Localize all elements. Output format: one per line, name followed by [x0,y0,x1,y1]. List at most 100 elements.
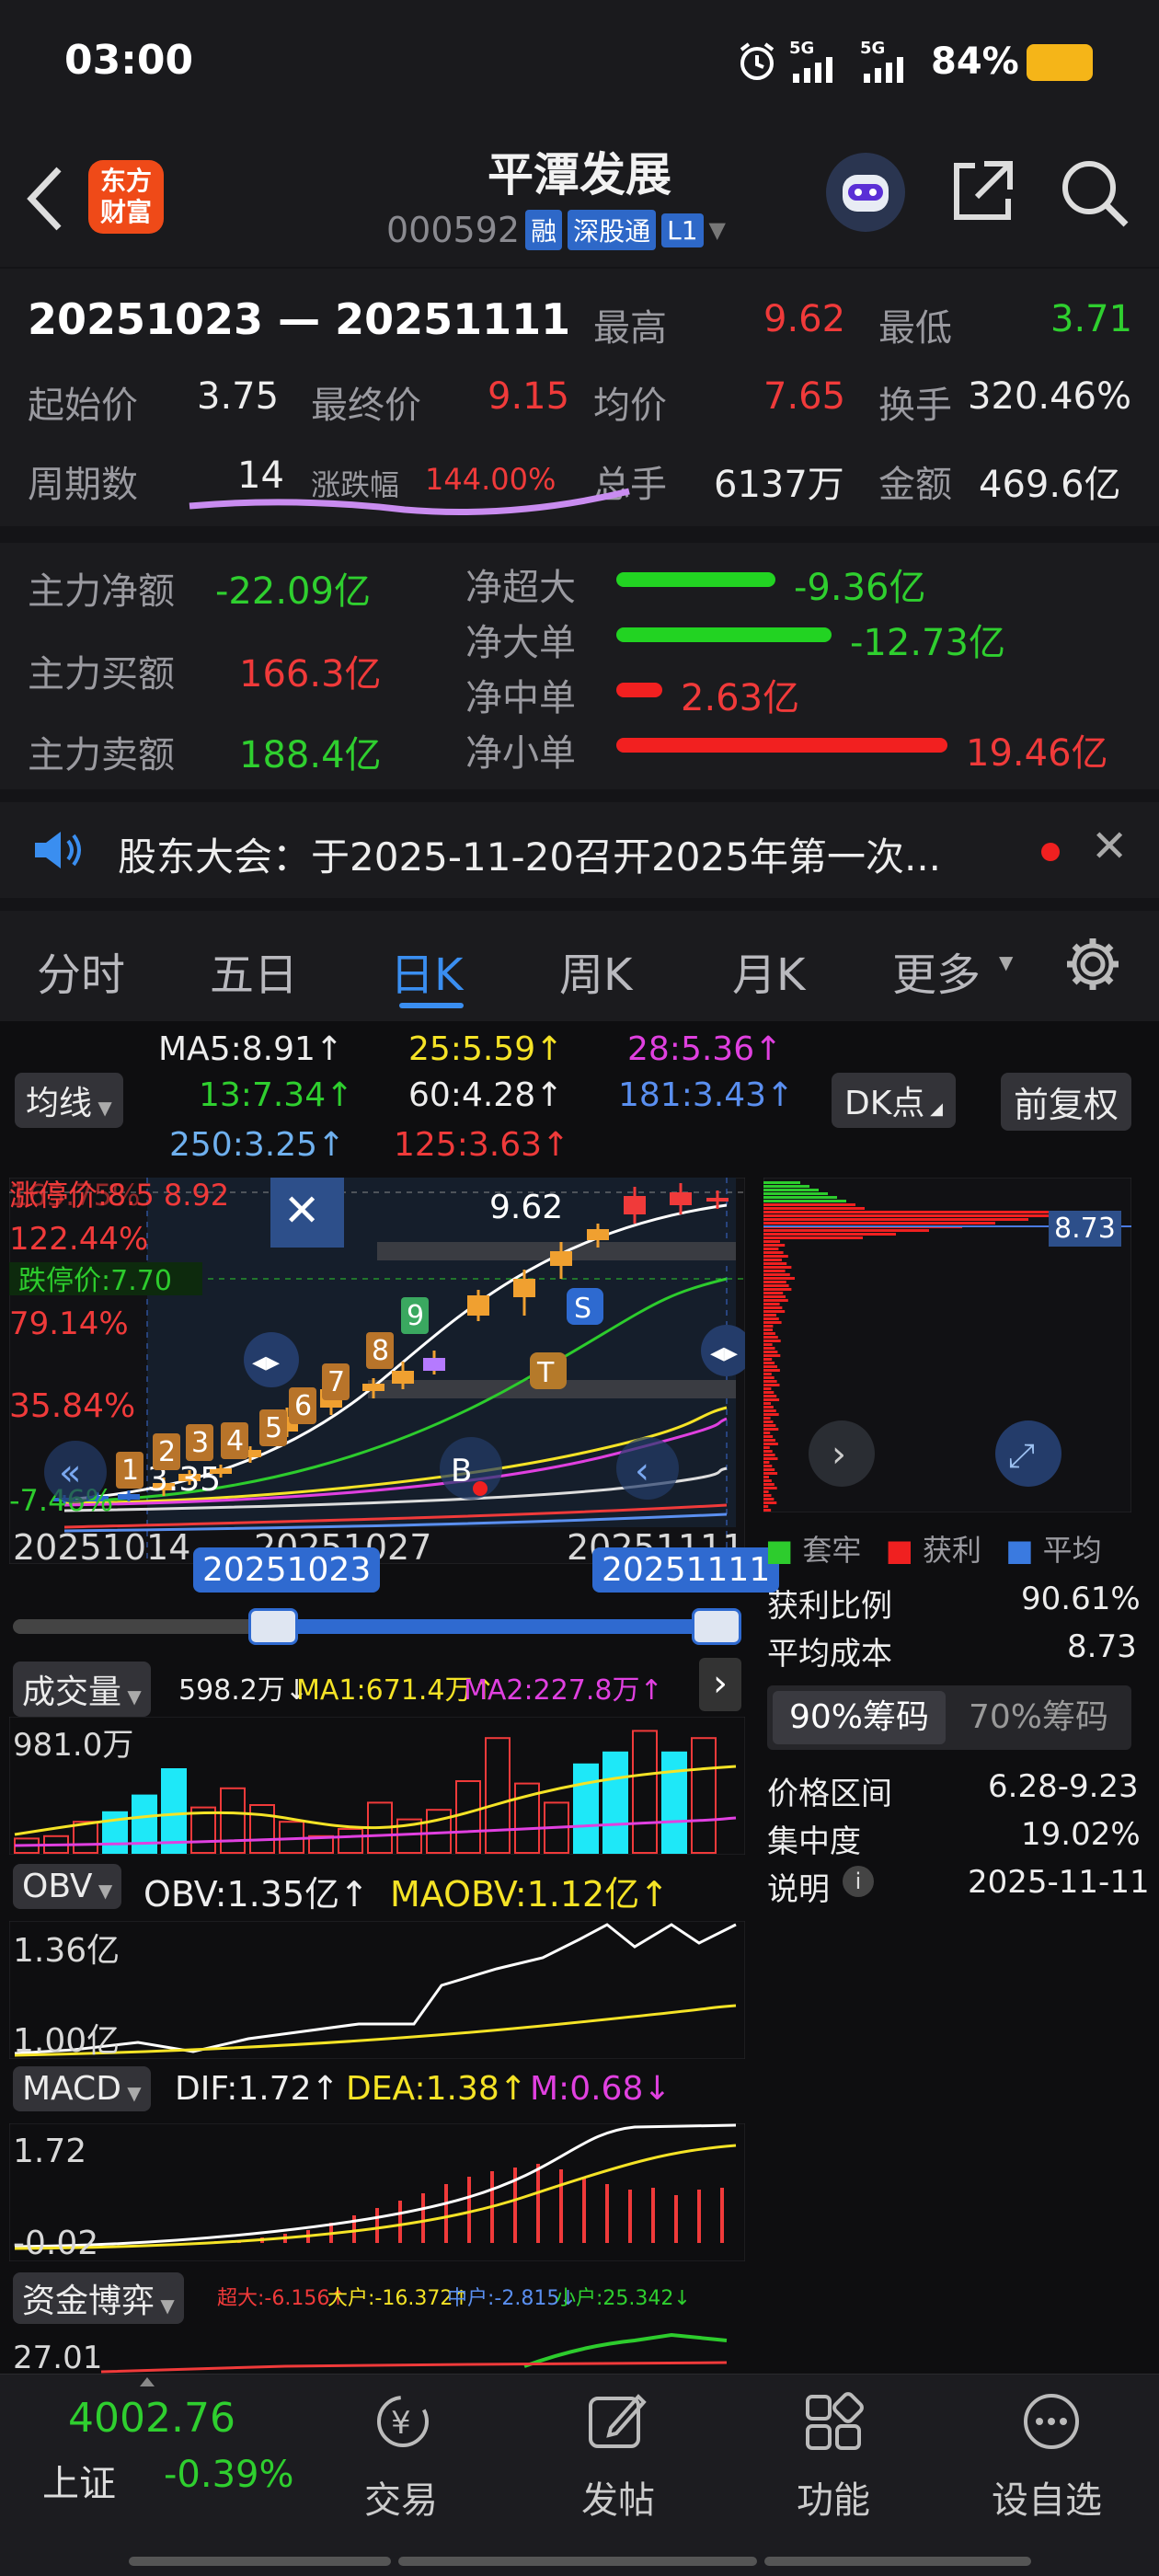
chip-bar [763,1387,772,1390]
volume-ma2: MA2:227.8万↑ [464,1674,663,1707]
nav-post-label[interactable]: 发帖 [581,2470,655,2524]
adjust-button[interactable]: 前复权 [1001,1073,1132,1131]
close-icon[interactable]: ✕ [1091,821,1128,872]
chip-bar [763,1402,771,1405]
candlestick-chart[interactable]: 涨停价:8.5 8.92 165.75% 122.44% 跌停价:7.70 79… [9,1178,745,1564]
chip-bar [763,1428,779,1431]
chip-bar [763,1362,775,1364]
tab-4[interactable]: 月K [732,938,805,1003]
macd-dropdown[interactable]: MACD ▼ [13,2066,151,2111]
expand-icon[interactable]: ⤢ [1008,1437,1035,1475]
flow-bar-label: 净中单 [465,677,576,719]
robot-assistant-icon[interactable] [826,153,905,232]
notice-text[interactable]: 股东大会：于2025-11-20召开2025年第一次... [118,826,941,882]
clock: 03:00 [64,37,194,84]
amount-value: 469.6亿 [979,464,1121,506]
drag-handle-icon[interactable]: ◂▸ [252,1346,280,1378]
indicator-dropdown[interactable]: 均线 ▼ [15,1073,123,1128]
index-change[interactable]: -0.39% [164,2454,294,2496]
range-slider-handle-left[interactable] [248,1608,298,1645]
tab-3[interactable]: 周K [559,938,632,1003]
info-icon[interactable]: i [843,1866,874,1897]
chip-bar [763,1214,1061,1217]
index-value[interactable]: 4002.76 [68,2395,235,2442]
share-icon[interactable] [947,156,1017,230]
nav-watch[interactable] [1019,2389,1084,2457]
unread-dot [1041,843,1060,861]
next-icon[interactable]: › [832,1433,846,1476]
chevron-right-icon[interactable]: › [699,1658,741,1711]
pct-label-1: 165.75% [9,1178,140,1213]
macd-m: M:0.68↓ [530,2070,671,2108]
profit-ratio-value: 90.61% [1021,1581,1141,1617]
ma25-legend: 25:5.59↑ [408,1030,564,1068]
avg-value: 7.65 [763,375,846,418]
tab-1[interactable]: 五日 [210,938,298,1003]
macd-title: MACD [22,2070,121,2108]
prev-icon[interactable]: ‹ [635,1450,649,1492]
obv-dropdown[interactable]: OBV ▼ [13,1864,122,1909]
flow-bar [616,683,662,697]
high-value: 9.62 [763,298,846,340]
tab-5[interactable]: 更多 [892,938,981,1003]
nav-watch-label[interactable]: 设自选 [992,2470,1102,2524]
ma28-legend: 28:5.36↑ [627,1030,783,1068]
legend-avg: 平均 [1042,1533,1102,1568]
candle [118,1494,140,1500]
nav-trade-label[interactable]: 交易 [364,2470,438,2524]
chip-bar [763,1233,896,1236]
stock-code-row[interactable]: 000592 融 深股通 L1 ▼ [386,208,726,252]
dk-point-button[interactable]: DK点 ◢ [832,1073,956,1128]
drag-handle-icon[interactable]: ◂▸ [710,1337,738,1369]
chip-bar [763,1222,995,1225]
gear-icon[interactable] [1063,935,1122,997]
tab-2[interactable]: 日K [390,938,463,1003]
nav-post[interactable] [585,2389,649,2457]
macd-chart: 1.72 -0.02 [9,2123,745,2261]
flow-bar-value: 19.46亿 [966,732,1108,775]
range-slider-track[interactable] [13,1608,741,1645]
signal-marker-label: 8 [372,1335,389,1367]
index-name[interactable]: 上证 [42,2454,116,2507]
signal-icon [860,55,924,88]
chip-bar [763,1347,775,1350]
volume-current: 598.2万↓ [178,1674,309,1707]
tab-70-chip[interactable]: 70%筹码 [951,1691,1126,1744]
dk-label: DK点 [844,1085,925,1122]
nav-trade[interactable]: ¥ [366,2389,440,2457]
chip-bar [763,1262,787,1265]
margin-badge: 融 [525,210,563,250]
signal-marker-label: 5 [265,1412,282,1444]
indicator-label: 均线 [26,1085,93,1122]
chip-bar [763,1354,781,1357]
close-icon[interactable]: ✕ [283,1185,320,1236]
chip-bar [763,1185,809,1188]
chevron-down-icon: ▼ [120,2082,142,2104]
triangle-up-icon [138,2375,156,2393]
obv-title: OBV [22,1868,93,1905]
end-label: 最终价 [311,385,421,427]
chip-bar [763,1413,779,1416]
concentration-label: 集中度 [767,1823,861,1860]
tab-90-chip[interactable]: 90%筹码 [773,1691,946,1744]
search-icon[interactable] [1058,156,1131,234]
more-icon [1024,2394,1079,2449]
concentration-value: 19.02% [1021,1816,1141,1853]
chevron-down-icon: ▼ [92,1880,113,1902]
chip-bar [763,1192,828,1195]
nav-func[interactable] [802,2389,866,2457]
nav-func-label[interactable]: 功能 [797,2470,870,2524]
fund-game-dropdown[interactable]: 资金博弈 ▼ [13,2272,184,2324]
chip-bar [763,1417,771,1420]
tab-0[interactable]: 分时 [37,938,125,1003]
volume-dropdown[interactable]: 成交量 ▼ [13,1662,151,1717]
rewind-icon[interactable]: « [59,1452,81,1494]
level-badge: L1 [661,213,704,247]
high-marker: 9.62 [489,1189,563,1226]
chip-bar [763,1281,786,1283]
range-slider-handle-right[interactable] [692,1608,741,1645]
turnover-label: 换手 [878,385,952,427]
stock-code: 000592 [386,210,521,250]
notice-bar[interactable]: 股东大会：于2025-11-20召开2025年第一次... ✕ [0,802,1159,898]
chip-bar [763,1391,775,1394]
